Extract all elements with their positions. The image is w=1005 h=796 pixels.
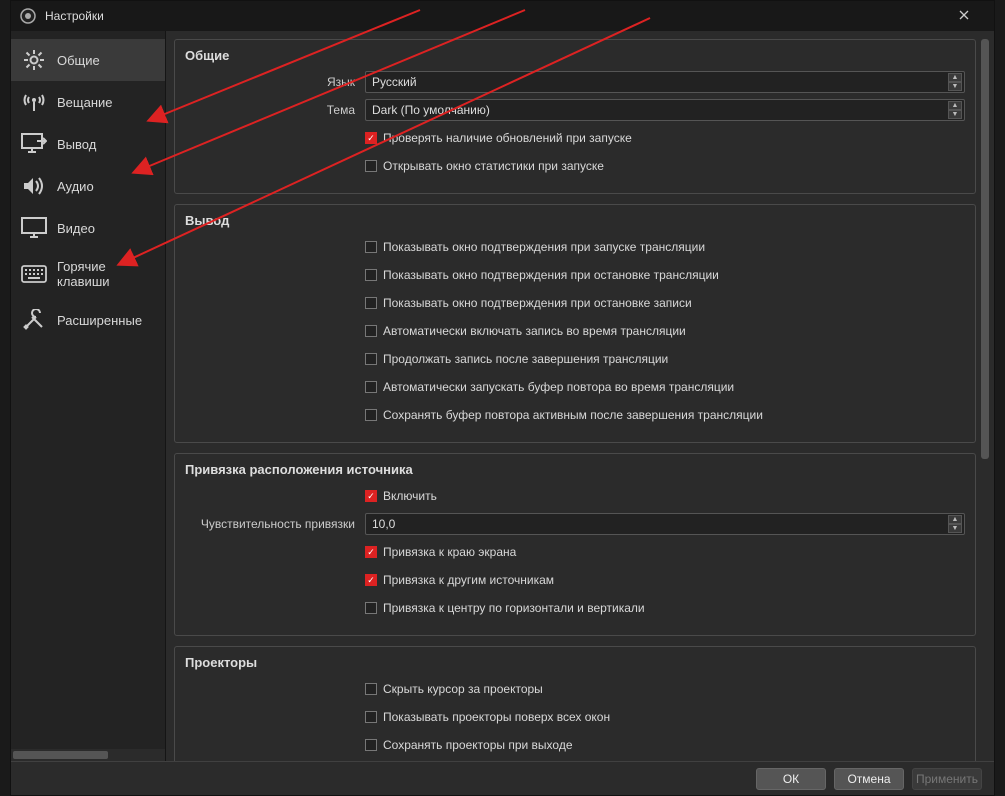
check-projector-always-top[interactable]: Показывать проекторы поверх всех окон [365, 710, 965, 724]
dialog-footer: ОК Отмена Применить [11, 761, 994, 795]
output-icon [21, 133, 47, 155]
sidebar-item-label: Видео [57, 221, 95, 236]
tools-icon [21, 309, 47, 331]
check-auto-record-on-stream[interactable]: Автоматически включать запись во время т… [365, 324, 965, 338]
speaker-icon [21, 175, 47, 197]
group-title: Общие [185, 48, 965, 63]
spinbox-value: 10,0 [372, 517, 395, 531]
chevron-updown-icon: ▲▼ [948, 73, 962, 91]
window-title: Настройки [45, 9, 941, 23]
apply-button[interactable]: Применить [912, 768, 982, 790]
check-confirm-start-stream[interactable]: Показывать окно подтверждения при запуск… [365, 240, 965, 254]
sidebar-item-label: Аудио [57, 179, 94, 194]
group-title: Проекторы [185, 655, 965, 670]
cancel-button[interactable]: Отмена [834, 768, 904, 790]
content-vscrollbar[interactable] [980, 39, 990, 753]
check-snap-sources[interactable]: Привязка к другим источникам [365, 573, 965, 587]
sidebar-item-audio[interactable]: Аудио [11, 165, 165, 207]
theme-label: Тема [185, 103, 365, 117]
language-label: Язык [185, 75, 365, 89]
chevron-updown-icon: ▲▼ [948, 515, 962, 533]
check-snap-enable[interactable]: Включить [365, 489, 965, 503]
group-general: Общие Язык Русский ▲▼ Тема [174, 39, 976, 194]
chevron-updown-icon: ▲▼ [948, 101, 962, 119]
titlebar: Настройки [11, 1, 994, 31]
combo-value: Dark (По умолчанию) [372, 103, 490, 117]
sidebar-item-stream[interactable]: Вещание [11, 81, 165, 123]
sidebar-item-label: Общие [57, 53, 100, 68]
check-continue-record-after-stream[interactable]: Продолжать запись после завершения транс… [365, 352, 965, 366]
check-confirm-stop-record[interactable]: Показывать окно подтверждения при остано… [365, 296, 965, 310]
app-icon [19, 7, 37, 25]
theme-combo[interactable]: Dark (По умолчанию) ▲▼ [365, 99, 965, 121]
sidebar-item-output[interactable]: Вывод [11, 123, 165, 165]
group-title: Вывод [185, 213, 965, 228]
check-hide-cursor-projector[interactable]: Скрыть курсор за проекторы [365, 682, 965, 696]
check-confirm-stop-stream[interactable]: Показывать окно подтверждения при остано… [365, 268, 965, 282]
group-snap: Привязка расположения источника Включить… [174, 453, 976, 636]
check-keep-replay-buffer[interactable]: Сохранять буфер повтора активным после з… [365, 408, 965, 422]
sidebar-item-label: Вещание [57, 95, 113, 110]
check-save-projectors[interactable]: Сохранять проекторы при выходе [365, 738, 965, 752]
sidebar: Общие Вещание Вывод Аудио [11, 31, 166, 761]
group-title: Привязка расположения источника [185, 462, 965, 477]
sidebar-item-video[interactable]: Видео [11, 207, 165, 249]
sidebar-item-general[interactable]: Общие [11, 39, 165, 81]
antenna-icon [21, 91, 47, 113]
keyboard-icon [21, 263, 47, 285]
check-snap-center[interactable]: Привязка к центру по горизонтали и верти… [365, 601, 965, 615]
ok-button[interactable]: ОК [756, 768, 826, 790]
language-combo[interactable]: Русский ▲▼ [365, 71, 965, 93]
snap-sensitivity-label: Чувствительность привязки [185, 517, 365, 531]
sidebar-item-label: Вывод [57, 137, 96, 152]
snap-sensitivity-spinbox[interactable]: 10,0 ▲▼ [365, 513, 965, 535]
sidebar-item-label: Расширенные [57, 313, 142, 328]
sidebar-item-advanced[interactable]: Расширенные [11, 299, 165, 341]
group-output: Вывод Показывать окно подтверждения при … [174, 204, 976, 443]
monitor-icon [21, 217, 47, 239]
check-open-stats[interactable]: Открывать окно статистики при запуске [365, 159, 965, 173]
sidebar-hscrollbar[interactable] [11, 749, 165, 761]
group-projectors: Проекторы Скрыть курсор за проекторы Пок… [174, 646, 976, 761]
gear-icon [21, 49, 47, 71]
combo-value: Русский [372, 75, 417, 89]
check-auto-replay-buffer[interactable]: Автоматически запускать буфер повтора во… [365, 380, 965, 394]
content-area: Общие Язык Русский ▲▼ Тема [166, 31, 994, 761]
close-icon[interactable] [941, 9, 986, 23]
sidebar-item-hotkeys[interactable]: Горячие клавиши [11, 249, 165, 299]
check-snap-edge[interactable]: Привязка к краю экрана [365, 545, 965, 559]
check-updates[interactable]: Проверять наличие обновлений при запуске [365, 131, 965, 145]
sidebar-item-label: Горячие клавиши [57, 259, 155, 289]
